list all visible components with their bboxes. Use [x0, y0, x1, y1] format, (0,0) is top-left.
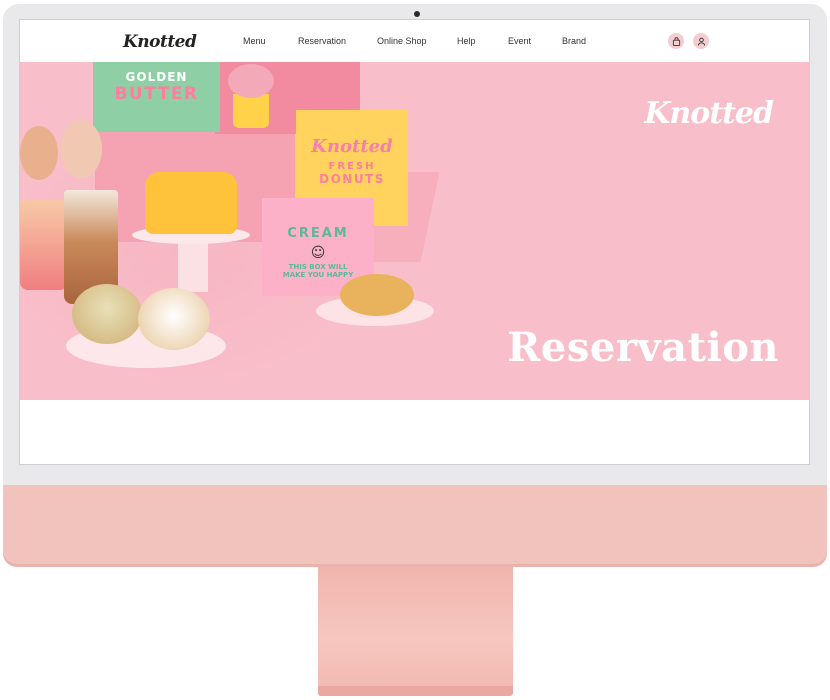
donuts-box-line1: FRESH: [328, 161, 376, 172]
cake-stand: [178, 240, 208, 292]
hero-title: Reservation: [507, 324, 779, 371]
nav-item-brand[interactable]: Brand: [562, 36, 586, 46]
nav-item-reservation[interactable]: Reservation: [298, 36, 346, 46]
yellow-cake: [145, 172, 237, 234]
donuts-box-brand: Knotted: [311, 136, 393, 157]
cream-box-line1: CREAM: [287, 226, 349, 241]
donut-left-2: [60, 120, 102, 178]
pink-donut-top: [228, 64, 274, 98]
website-screen: Knotted Menu Reservation Online Shop Hel…: [19, 19, 810, 465]
shopping-bag-icon: [672, 36, 680, 46]
cream-puff: [340, 274, 414, 316]
cart-button[interactable]: [668, 33, 684, 49]
nav-item-help[interactable]: Help: [457, 36, 476, 46]
donut-left-1: [20, 126, 58, 180]
cream-bun: [138, 288, 210, 350]
smiley-cup: [233, 94, 269, 128]
content-area: [20, 400, 809, 464]
camera-icon: [414, 11, 420, 17]
golden-butter-line1: GOLDEN: [125, 70, 188, 84]
monitor-chin: [3, 485, 827, 567]
account-button[interactable]: [693, 33, 709, 49]
site-header: Knotted Menu Reservation Online Shop Hel…: [20, 20, 809, 62]
hero-banner: GOLDEN BUTTER Knotted FRESH DONUTS CREAM…: [20, 62, 809, 400]
monitor-stand: [318, 567, 513, 687]
monitor-stand-foot: [318, 686, 513, 696]
cream-box-line2: THIS BOX WILL: [288, 263, 348, 271]
user-icon: [697, 37, 705, 46]
nav-item-menu[interactable]: Menu: [243, 36, 266, 46]
hero-logo: Knotted: [644, 96, 774, 131]
product-photo: GOLDEN BUTTER Knotted FRESH DONUTS CREAM…: [20, 62, 490, 400]
drink-glass-1: [20, 200, 68, 290]
nav-item-event[interactable]: Event: [508, 36, 531, 46]
golden-butter-line2: BUTTER: [114, 84, 199, 104]
donuts-box-line2: DONUTS: [319, 172, 385, 186]
nav-item-online-shop[interactable]: Online Shop: [377, 36, 427, 46]
main-nav: Menu Reservation Online Shop Help Event …: [20, 20, 809, 62]
tongue-smiley-icon: ☺: [310, 245, 326, 261]
golden-butter-box: GOLDEN BUTTER: [93, 62, 220, 132]
pistachio-bun: [72, 284, 142, 344]
